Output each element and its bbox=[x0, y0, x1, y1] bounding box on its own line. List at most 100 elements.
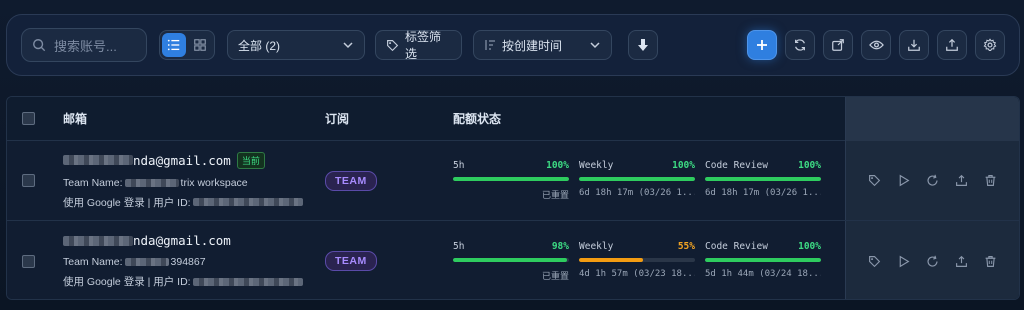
refresh-icon[interactable] bbox=[926, 174, 939, 187]
quota-name: Code Review bbox=[705, 240, 768, 252]
quota-cell: 5h 100% 已重置 Weekly 100% 6d 18h 17m (03/26 … bbox=[453, 160, 837, 201]
quota-value: 100% bbox=[546, 160, 569, 171]
quota-head: Code Review 100% bbox=[705, 241, 821, 252]
tag-filter-label: 标签筛选 bbox=[405, 30, 442, 61]
add-account-button[interactable] bbox=[747, 30, 777, 60]
plus-icon bbox=[756, 39, 768, 51]
team-name-line: Team Name: trix workspace bbox=[63, 177, 325, 189]
quota-name: 5h bbox=[453, 160, 465, 171]
row-check-cell bbox=[7, 254, 49, 268]
play-icon[interactable] bbox=[897, 255, 910, 268]
settings-button[interactable] bbox=[975, 30, 1005, 60]
team-name-label: Team Name: bbox=[63, 256, 123, 268]
subscription-badge: TEAM bbox=[325, 170, 377, 191]
quota-bar bbox=[453, 177, 569, 181]
open-external-button[interactable] bbox=[823, 30, 853, 60]
subscription-cell: TEAM bbox=[325, 170, 453, 191]
team-name-label: Team Name: bbox=[63, 176, 123, 189]
quota-reset: 已重置 bbox=[541, 271, 569, 282]
select-all-checkbox[interactable] bbox=[21, 112, 35, 125]
refresh-icon bbox=[793, 38, 807, 52]
login-text: 使用 Google 登录 | 用户 ID: bbox=[63, 276, 191, 288]
search-input[interactable]: 搜索账号... bbox=[21, 28, 147, 62]
quota-item: Weekly 100% 6d 18h 17m (03/26 1... bbox=[579, 160, 695, 201]
account-filter-select[interactable]: 全部 (2) bbox=[227, 30, 365, 60]
tag-filter-button[interactable]: 标签筛选 bbox=[375, 30, 462, 61]
email-address: nda@gmail.com bbox=[63, 233, 231, 248]
table-row[interactable]: nda@gmail.com 当前 Team Name: trix workspa… bbox=[7, 141, 1019, 221]
quota-name: 5h bbox=[453, 240, 465, 252]
eye-icon bbox=[868, 38, 884, 52]
grid-view-icon[interactable] bbox=[188, 33, 212, 57]
quota-fill bbox=[705, 257, 821, 262]
current-badge: 当前 bbox=[236, 151, 265, 169]
redacted-text bbox=[63, 155, 133, 165]
row-check-cell bbox=[7, 174, 49, 187]
team-name-line: Team Name: 394867 bbox=[63, 256, 325, 268]
actions-cell bbox=[845, 141, 1019, 220]
header-email: 邮箱 bbox=[63, 112, 88, 126]
settings-icon bbox=[983, 38, 997, 52]
row-checkbox[interactable] bbox=[21, 174, 35, 187]
import-button[interactable] bbox=[899, 30, 929, 60]
play-icon[interactable] bbox=[897, 174, 910, 187]
quota-cell: 5h 98% 已重置 Weekly 55% 4d 1h 57m (03/23 18.… bbox=[453, 241, 837, 282]
trash-icon[interactable] bbox=[984, 255, 997, 268]
subscription-cell: TEAM bbox=[325, 251, 453, 271]
tag-icon bbox=[386, 39, 399, 52]
login-line: 使用 Google 登录 | 用户 ID: bbox=[63, 274, 325, 289]
header-subscription: 订阅 bbox=[325, 112, 350, 126]
quota-reset: 已重置 bbox=[541, 191, 569, 201]
chevron-down-icon bbox=[342, 39, 354, 51]
quota-value: 100% bbox=[798, 240, 821, 252]
quota-value: 98% bbox=[551, 240, 569, 252]
subscription-badge: TEAM bbox=[325, 251, 377, 271]
quota-head: Weekly 55% bbox=[579, 241, 695, 252]
quota-name: Weekly bbox=[579, 240, 614, 252]
sort-direction-button[interactable] bbox=[628, 30, 658, 60]
quota-value: 100% bbox=[798, 160, 821, 171]
list-view-icon[interactable] bbox=[162, 33, 186, 57]
email-suffix: nda@gmail.com bbox=[133, 233, 231, 248]
redacted-text bbox=[124, 178, 179, 187]
toolbar: 搜索账号... 全部 (2) 标签筛选 按创建时间 bbox=[6, 14, 1020, 76]
sort-select[interactable]: 按创建时间 bbox=[473, 30, 612, 60]
quota-head: Weekly 100% bbox=[579, 160, 695, 171]
chevron-down-icon bbox=[589, 39, 601, 51]
upload-icon[interactable] bbox=[955, 255, 968, 268]
select-all-cell bbox=[7, 112, 49, 125]
trash-icon[interactable] bbox=[984, 174, 997, 187]
quota-bar bbox=[579, 177, 695, 181]
quota-fill bbox=[705, 177, 821, 181]
upload-icon bbox=[945, 38, 959, 52]
quota-item: Code Review 100% 5d 1h 44m (03/24 18... bbox=[705, 241, 821, 282]
quota-item: 5h 98% 已重置 bbox=[453, 241, 569, 282]
refresh-button[interactable] bbox=[785, 30, 815, 60]
email-line: nda@gmail.com 当前 bbox=[63, 151, 325, 169]
quota-name: Code Review bbox=[705, 160, 768, 171]
login-text: 使用 Google 登录 | 用户 ID: bbox=[63, 196, 191, 209]
sort-value: 按创建时间 bbox=[502, 38, 563, 53]
download-icon bbox=[907, 38, 921, 52]
export-button[interactable] bbox=[937, 30, 967, 60]
table-row[interactable]: nda@gmail.com Team Name: 394867 使用 Googl… bbox=[7, 221, 1019, 299]
quota-bar bbox=[705, 177, 821, 181]
quota-item: Weekly 55% 4d 1h 57m (03/23 18... bbox=[579, 241, 695, 282]
tag-icon[interactable] bbox=[868, 255, 881, 268]
email-line: nda@gmail.com bbox=[63, 233, 325, 248]
upload-icon[interactable] bbox=[955, 174, 968, 187]
header-quota: 配额状态 bbox=[453, 112, 502, 126]
row-checkbox[interactable] bbox=[21, 254, 35, 268]
quota-reset: 6d 18h 17m (03/26 1... bbox=[579, 188, 695, 198]
refresh-icon[interactable] bbox=[926, 255, 939, 268]
toolbar-actions bbox=[747, 30, 1005, 60]
redacted-text bbox=[63, 235, 133, 246]
login-line: 使用 Google 登录 | 用户 ID: bbox=[63, 195, 325, 210]
tag-icon[interactable] bbox=[868, 174, 881, 187]
table-header: 邮箱 订阅 配额状态 操作 bbox=[7, 97, 1019, 299]
view-button[interactable] bbox=[861, 30, 891, 60]
search-icon bbox=[32, 38, 46, 52]
redacted-text bbox=[192, 198, 303, 206]
quota-bar bbox=[453, 257, 569, 262]
quota-fill bbox=[579, 257, 643, 262]
